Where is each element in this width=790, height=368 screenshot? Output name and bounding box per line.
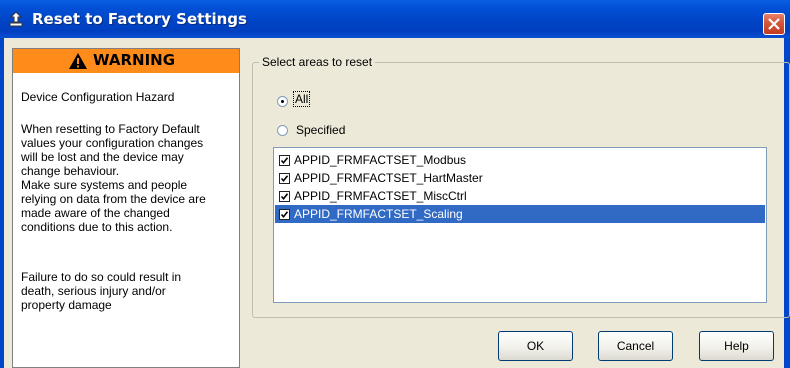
- list-item-label: APPID_FRMFACTSET_Scaling: [294, 207, 463, 221]
- warning-body-line: conditions due to this action.: [21, 220, 173, 234]
- check-icon: [280, 175, 289, 183]
- checkbox[interactable]: [279, 155, 290, 166]
- warning-header: WARNING: [13, 49, 239, 73]
- cancel-button[interactable]: Cancel: [598, 331, 673, 361]
- radio-dot: [281, 100, 284, 103]
- warning-body-line: made aware of the changed: [21, 206, 170, 220]
- radio-all[interactable]: [277, 96, 288, 107]
- list-item-label: APPID_FRMFACTSET_Modbus: [294, 153, 467, 167]
- radio-all-label[interactable]: All: [293, 91, 311, 107]
- warning-body-line: relying on data from the device are: [21, 192, 206, 206]
- window-title: Reset to Factory Settings: [32, 10, 247, 28]
- warning-body: When resetting to Factory Default values…: [21, 122, 236, 234]
- warning-heading: Device Configuration Hazard: [21, 90, 175, 104]
- warning-body-line: Make sure systems and people: [21, 178, 188, 192]
- warning-title: WARNING: [93, 51, 176, 69]
- close-icon: [768, 18, 780, 30]
- warning-footer: Failure to do so could result in death, …: [21, 270, 236, 312]
- warning-body-line: will be lost and the device may: [21, 150, 184, 164]
- group-label: Select areas to reset: [259, 55, 376, 69]
- warning-panel: WARNING Device Configuration Hazard When…: [12, 48, 240, 368]
- warning-footer-line: property damage: [21, 298, 112, 312]
- ok-button[interactable]: OK: [498, 331, 573, 361]
- list-item[interactable]: APPID_FRMFACTSET_MiscCtrl: [275, 187, 765, 205]
- checkbox[interactable]: [279, 209, 290, 220]
- reset-areas-list[interactable]: APPID_FRMFACTSET_Modbus APPID_FRMFACTSET…: [273, 147, 767, 303]
- checkbox[interactable]: [279, 173, 290, 184]
- warning-body-line: change behaviour.: [21, 164, 120, 178]
- warning-footer-line: Failure to do so could result in: [21, 270, 182, 284]
- checkbox[interactable]: [279, 191, 290, 202]
- list-item[interactable]: APPID_FRMFACTSET_HartMaster: [275, 169, 765, 187]
- help-button[interactable]: Help: [699, 331, 774, 361]
- list-item[interactable]: APPID_FRMFACTSET_Modbus: [275, 151, 765, 169]
- close-button[interactable]: [763, 13, 785, 35]
- radio-specified-label[interactable]: Specified: [296, 123, 345, 137]
- tool-icon: [8, 11, 24, 27]
- title-bar: Reset to Factory Settings: [0, 0, 790, 38]
- list-item-selected[interactable]: APPID_FRMFACTSET_Scaling: [275, 205, 765, 223]
- list-item-label: APPID_FRMFACTSET_HartMaster: [294, 171, 483, 185]
- check-icon: [280, 193, 289, 201]
- warning-footer-line: death, serious injury and/or: [21, 284, 166, 298]
- warning-triangle-icon: [68, 52, 88, 73]
- list-item-label: APPID_FRMFACTSET_MiscCtrl: [294, 189, 467, 203]
- radio-specified[interactable]: [277, 125, 288, 136]
- check-icon: [280, 211, 289, 219]
- check-icon: [280, 157, 289, 165]
- warning-body-line: When resetting to Factory Default: [21, 122, 200, 136]
- warning-body-line: values your configuration changes: [21, 136, 204, 150]
